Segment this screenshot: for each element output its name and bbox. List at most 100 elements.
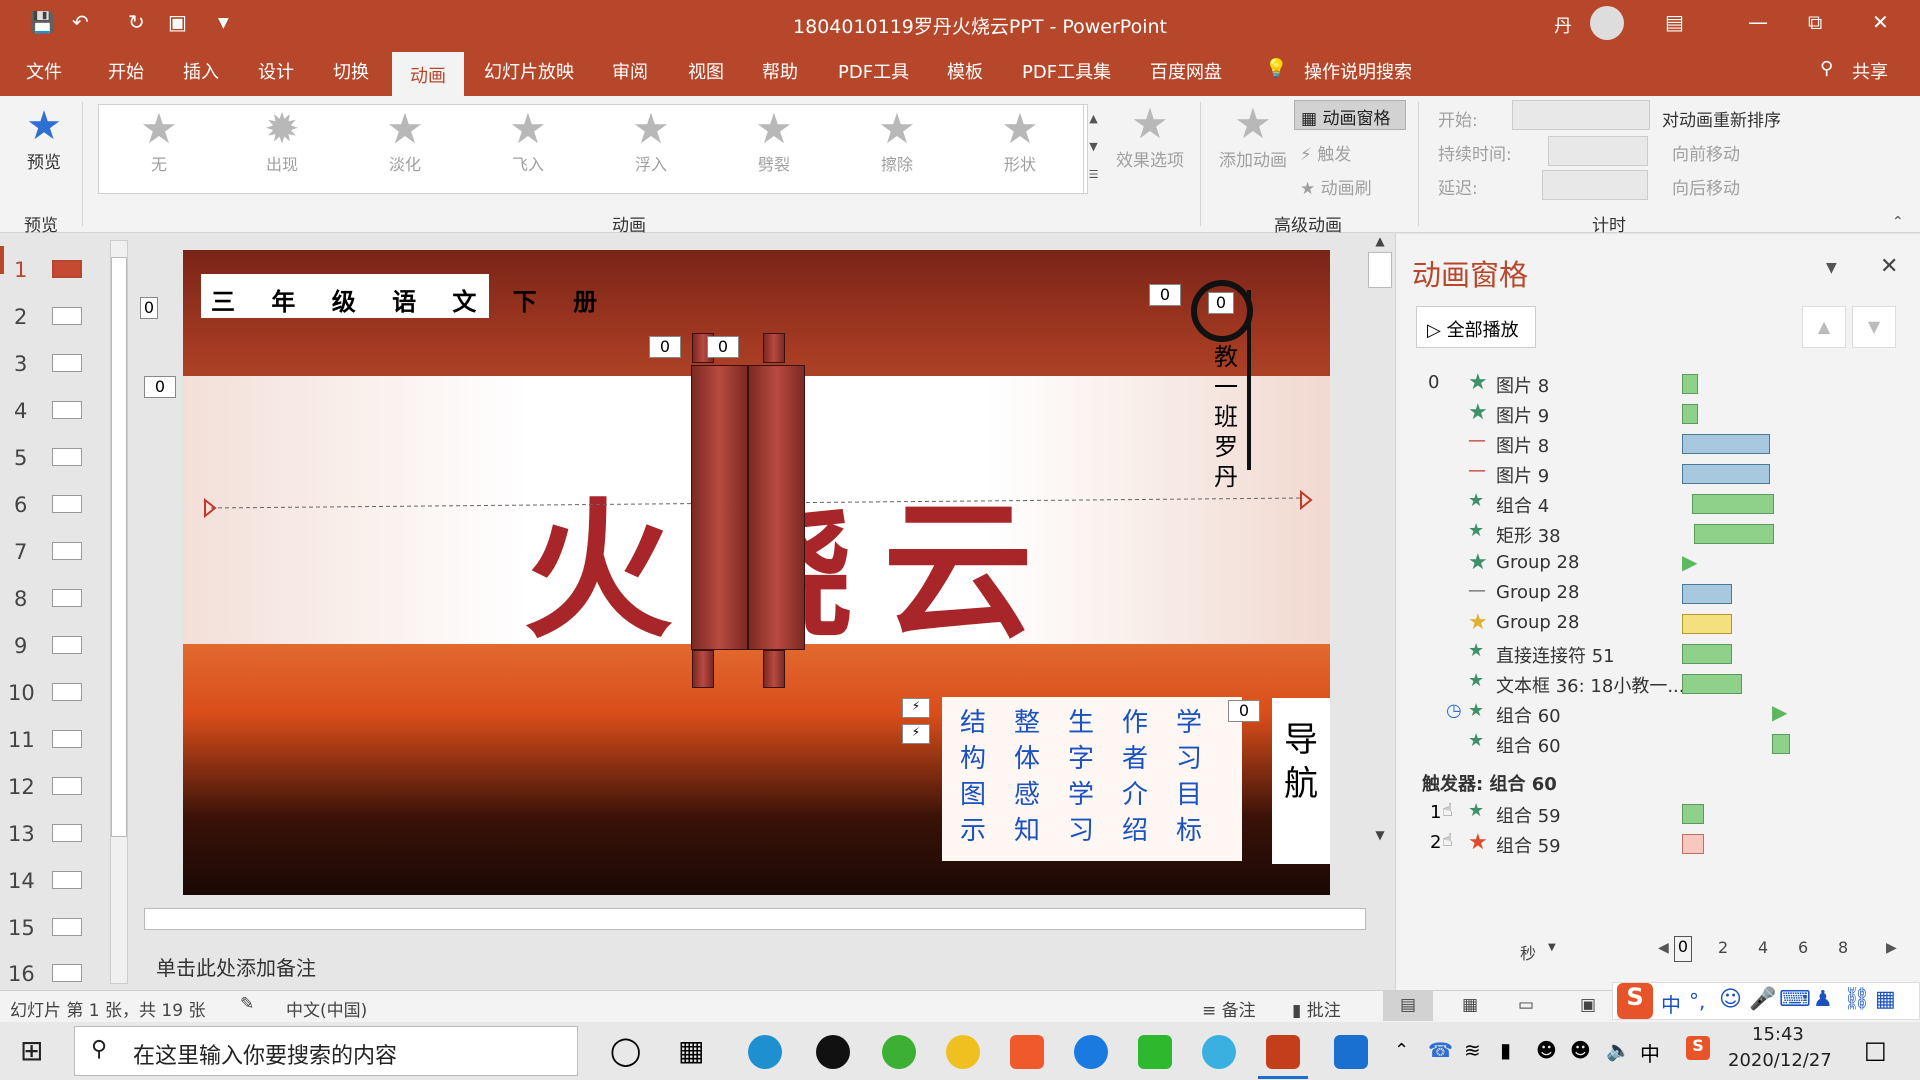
scroll-thumb[interactable] — [1368, 252, 1392, 288]
anim-shape[interactable]: ★ 形状 — [990, 107, 1050, 175]
trigger-item[interactable]: 1 ☝ ★ 组合 59 — [1396, 800, 1920, 828]
clock-date[interactable]: 2020/12/27 — [1728, 1050, 1832, 1071]
delay-spinner[interactable] — [1542, 170, 1648, 200]
phone-app-icon[interactable] — [1334, 1035, 1368, 1069]
wifi-icon[interactable]: ≋ — [1464, 1038, 1481, 1062]
taskbar-search[interactable]: ⚲ 在这里输入你要搜索的内容 — [74, 1026, 578, 1076]
save-icon[interactable]: 💾 — [30, 10, 55, 34]
trigger-button[interactable]: ⚡ 触发 — [1300, 140, 1351, 165]
slide-thumb[interactable] — [52, 918, 82, 936]
tab-pdf-tools[interactable]: PDF工具 — [838, 58, 909, 84]
notes-toggle[interactable]: ≡ 备注 — [1202, 996, 1256, 1021]
slide-thumb[interactable] — [52, 354, 82, 372]
pane-item[interactable]: ★ 图片 9 — [1396, 400, 1920, 428]
anim-split[interactable]: ★ 劈裂 — [744, 107, 804, 175]
pane-item[interactable]: ★ Group 28 — [1396, 610, 1920, 638]
slide-thumb[interactable] — [52, 542, 82, 560]
nav-overview[interactable]: 整体感知 — [1014, 705, 1040, 849]
tab-pdf-toolset[interactable]: PDF工具集 — [1022, 58, 1111, 84]
tab-design[interactable]: 设计 — [258, 58, 294, 84]
tray-expand-icon[interactable]: ⌃ — [1394, 1040, 1409, 1061]
animation-tag[interactable]: 0 — [1149, 284, 1181, 306]
seconds-dropdown-icon[interactable]: ▼ — [1548, 942, 1556, 953]
present-icon[interactable]: ▣ — [168, 10, 187, 34]
tab-templates[interactable]: 模板 — [947, 58, 983, 84]
pane-item[interactable]: ★ 组合 60 — [1396, 730, 1920, 758]
tab-insert[interactable]: 插入 — [183, 58, 219, 84]
qq-icon[interactable] — [816, 1035, 850, 1069]
trigger-tag-icon[interactable]: ⚡ — [902, 724, 930, 744]
player-icon[interactable] — [1202, 1035, 1236, 1069]
reading-view-icon[interactable]: ▭ — [1518, 995, 1534, 1015]
tab-slideshow[interactable]: 幻灯片放映 — [484, 58, 574, 84]
tab-view[interactable]: 视图 — [688, 58, 724, 84]
notification-icon[interactable]: □ — [1864, 1036, 1887, 1064]
animation-tag[interactable]: 0 — [144, 376, 176, 398]
punctuation-icon[interactable]: °, — [1689, 989, 1705, 1013]
language-status[interactable]: 中文(中国) — [286, 996, 367, 1021]
qq-tray-icon[interactable]: ☻ — [1536, 1038, 1557, 1062]
volume-icon[interactable]: 🔈 — [1606, 1038, 1631, 1062]
add-animation-button[interactable]: ★ 添加动画 — [1215, 102, 1291, 172]
pane-item[interactable]: ★ 矩形 38 — [1396, 520, 1920, 548]
wechat-icon[interactable] — [882, 1035, 916, 1069]
scroll-down-icon[interactable]: ▼ — [1368, 828, 1392, 842]
slide-canvas[interactable]: 三 年 级 语 文 下 册 火烧云 0 0 0 0 教一班罗丹 ⚡ ⚡ 结构图示… — [183, 250, 1330, 895]
slide-thumb[interactable] — [52, 448, 82, 466]
anim-wipe[interactable]: ★ 擦除 — [867, 107, 927, 175]
slide-thumb[interactable] — [52, 495, 82, 513]
avatar[interactable] — [1590, 6, 1624, 40]
redo-icon[interactable]: ↻ — [128, 10, 145, 34]
nav-title[interactable]: 导航 — [1272, 698, 1330, 864]
duration-spinner[interactable] — [1548, 136, 1648, 166]
toolbox-icon[interactable]: ▦ — [1875, 987, 1896, 1012]
slide-thumb[interactable] — [52, 777, 82, 795]
microphone-icon[interactable]: 🎤 — [1749, 987, 1776, 1012]
share-button[interactable]: 共享 — [1852, 58, 1888, 84]
trigger-tag-icon[interactable]: ⚡ — [902, 698, 930, 718]
pane-item[interactable]: — 图片 8 — [1396, 430, 1920, 458]
iqiyi-icon[interactable] — [1138, 1035, 1172, 1069]
powerpoint-icon[interactable] — [1266, 1035, 1300, 1069]
animation-tag[interactable]: 0 — [1228, 700, 1260, 722]
effect-options-button[interactable]: ★ 效果选项 — [1112, 102, 1188, 172]
pane-item[interactable]: — 图片 9 — [1396, 460, 1920, 488]
pane-item[interactable]: ★ 图片 8 — [1396, 370, 1920, 398]
anim-appear[interactable]: ✹ 出现 — [252, 107, 312, 175]
anim-none[interactable]: ★ 无 — [129, 107, 189, 175]
pane-item[interactable]: ★ 组合 4 — [1396, 490, 1920, 518]
ribbon-display-icon[interactable]: ▤ — [1665, 10, 1684, 34]
play-all-button[interactable]: ▷ 全部播放 — [1416, 306, 1536, 348]
slide-thumb[interactable] — [52, 589, 82, 607]
anim-fly-in[interactable]: ★ 飞入 — [498, 107, 558, 175]
keyboard-icon[interactable]: ⌨ — [1779, 987, 1811, 1012]
customize-qat-icon[interactable]: ▼ — [218, 15, 229, 31]
slide-thumb[interactable] — [52, 730, 82, 748]
slide-vscroll[interactable]: ▲ ▼ — [1368, 234, 1392, 864]
move-earlier-button[interactable]: 向前移动 — [1672, 140, 1740, 165]
notes-area[interactable]: 单击此处添加备注 — [140, 942, 1395, 990]
windows-start-icon[interactable]: ⊞ — [20, 1034, 43, 1067]
anim-fade[interactable]: ★ 淡化 — [375, 107, 435, 175]
restore-icon[interactable]: ⧉ — [1808, 10, 1822, 34]
anim-float-in[interactable]: ★ 浮入 — [621, 107, 681, 175]
comments-toggle[interactable]: ▮ 批注 — [1292, 996, 1341, 1021]
scroll-thumb[interactable] — [111, 257, 127, 837]
pane-item[interactable]: ★ 文本框 36: 18小教一... — [1396, 670, 1920, 698]
pane-close-icon[interactable]: ✕ — [1880, 254, 1898, 279]
animation-painter-button[interactable]: ★ 动画刷 — [1300, 174, 1372, 199]
move-later-button[interactable]: 向后移动 — [1672, 174, 1740, 199]
emoji-icon[interactable]: ☺ — [1719, 987, 1742, 1012]
ime-mode[interactable]: 中 — [1661, 989, 1681, 1018]
tab-animations[interactable]: 动画 — [392, 52, 464, 96]
video-app-icon[interactable] — [1010, 1035, 1044, 1069]
slide-thumb[interactable] — [52, 307, 82, 325]
trigger-item[interactable]: 2 ☝ ★ 组合 59 — [1396, 830, 1920, 858]
slide-thumb[interactable] — [52, 401, 82, 419]
thumbnail-scrollbar[interactable] — [110, 240, 128, 984]
spelling-icon[interactable]: ✎ — [240, 994, 254, 1014]
teacher-name[interactable]: 教一班罗丹 — [1211, 342, 1241, 492]
preview-button[interactable]: ★ 预览 — [18, 104, 70, 173]
minimize-icon[interactable]: — — [1748, 10, 1768, 34]
undo-icon[interactable]: ↶ — [72, 10, 89, 34]
